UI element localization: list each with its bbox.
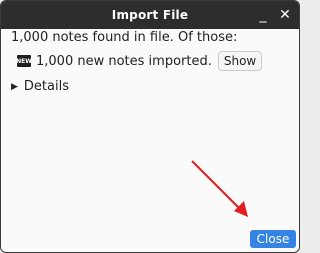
annotation-arrow-icon	[191, 160, 248, 217]
close-button[interactable]: Close	[250, 230, 296, 248]
new-notes-row: NEW 1,000 new notes imported. Show	[16, 49, 263, 73]
new-badge-icon: NEW	[16, 55, 32, 67]
close-icon[interactable]: ✕	[275, 5, 295, 25]
notes-found-text: 1,000 notes found in file. Of those:	[11, 30, 238, 45]
new-notes-text: 1,000 new notes imported.	[36, 53, 212, 69]
details-label: Details	[23, 79, 69, 94]
details-expander[interactable]: ▶ Details	[11, 79, 69, 94]
titlebar: Import File _ ✕	[1, 1, 299, 29]
caret-right-icon: ▶	[11, 81, 18, 92]
minimize-icon[interactable]: _	[253, 5, 273, 25]
import-file-dialog: Import File _ ✕ 1,000 notes found in fil…	[0, 0, 300, 253]
show-button[interactable]: Show	[217, 51, 263, 71]
